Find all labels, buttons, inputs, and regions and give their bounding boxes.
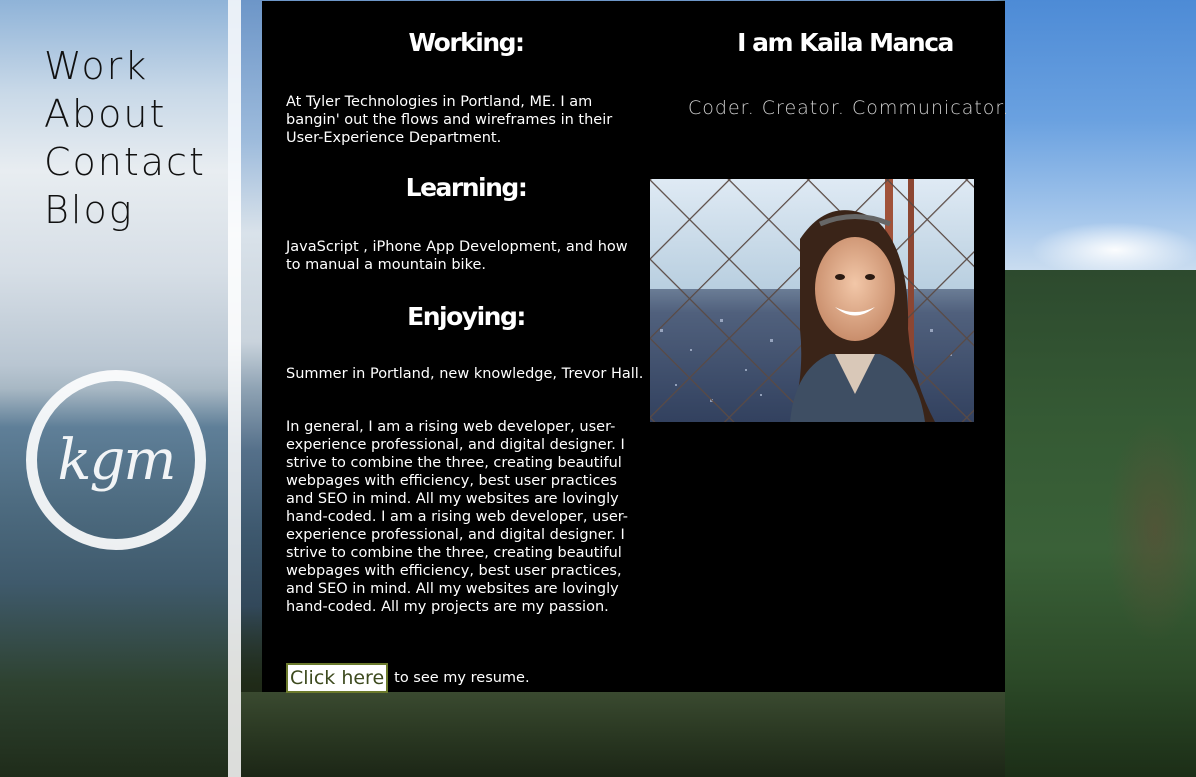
sidebar-divider <box>228 0 241 777</box>
text-learning: JavaScript , iPhone App Development, and… <box>286 239 628 273</box>
heading-enjoying: Enjoying: <box>407 302 526 331</box>
nav-item-work[interactable]: Work <box>44 42 206 90</box>
nav-item-about[interactable]: About <box>44 90 206 138</box>
heading-working: Working: <box>408 28 525 57</box>
logo[interactable]: kgm <box>26 370 206 550</box>
main-nav: Work About Contact Blog <box>44 42 206 234</box>
heading-learning: Learning: <box>405 173 528 202</box>
resume-suffix: to see my resume. <box>394 670 530 686</box>
logo-monogram: kgm <box>57 427 177 493</box>
nav-item-contact[interactable]: Contact <box>44 138 206 186</box>
nav-item-blog[interactable]: Blog <box>44 186 206 234</box>
resume-line: Click here to see my resume. <box>286 663 646 693</box>
resume-button[interactable]: Click here <box>286 663 389 693</box>
text-enjoying: Summer in Portland, new knowledge, Trevo… <box>286 366 644 382</box>
profile-name: I am Kaila Manca <box>737 28 954 57</box>
profile-tagline: Coder. Creator. Communicator. <box>688 97 1010 119</box>
background-forest <box>1005 270 1196 777</box>
text-general: In general, I am a rising web developer,… <box>286 419 629 615</box>
text-working: At Tyler Technologies in Portland, ME. I… <box>286 94 613 146</box>
profile-photo <box>650 179 974 422</box>
content-panel: Working: At Tyler Technologies in Portla… <box>262 1 1010 693</box>
background-bottom <box>241 692 1005 777</box>
